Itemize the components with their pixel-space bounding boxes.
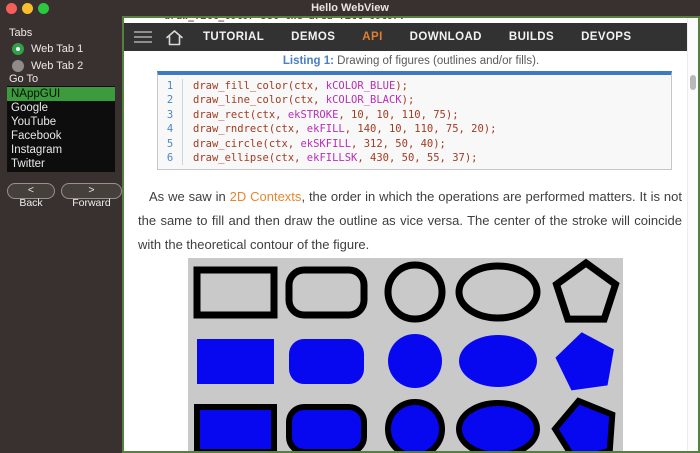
listing-caption: Listing 1: Drawing of figures (outlines … <box>124 55 698 67</box>
figure-shape-pentagon-fillstroke <box>550 394 621 451</box>
figure-shape-ellipse-fill <box>459 335 537 387</box>
figure-shape-rect-stroke <box>197 270 274 315</box>
figure-shape-ellipse-stroke <box>459 266 537 318</box>
figure-image <box>188 258 623 451</box>
code-text: draw_circle(ctx, ekSKFILL, 312, 50, 40); <box>193 137 446 151</box>
figure-shape-circle-stroke <box>388 265 442 319</box>
figure-shape-pentagon-stroke <box>557 263 616 319</box>
line-number: 1 <box>158 79 183 93</box>
body-paragraph: As we saw in 2D Contexts, the order in w… <box>138 185 682 257</box>
figure-shape-ellipse-fillstroke <box>459 403 537 451</box>
figure-shape-rounded-rect-fillstroke <box>289 407 364 451</box>
site-navbar: TUTORIAL DEMOS API DOWNLOAD BUILDS DEVOPS <box>124 23 688 51</box>
code-text: draw_ellipse(ctx, ekFILLSK, 430, 50, 55,… <box>193 151 477 165</box>
goto-label: Go To <box>9 73 38 85</box>
figure-shape-rect-fillstroke <box>197 407 274 451</box>
figure-shape-rounded-rect-stroke <box>289 270 364 315</box>
sidebar: Tabs Web Tab 1 Web Tab 2 Go To NAppGUIGoo… <box>0 17 122 453</box>
line-number: 4 <box>158 122 183 136</box>
nav-buttons: < Back > Forward <box>7 183 122 199</box>
radio-web-tab-1[interactable]: Web Tab 1 <box>12 40 83 57</box>
code-line: 4 draw_rndrect(ctx, ekFILL, 140, 10, 110,… <box>158 122 671 136</box>
site-item-google[interactable]: Google <box>7 101 115 115</box>
nav-item-api[interactable]: API <box>362 31 382 43</box>
figure-shape-circle-fillstroke <box>388 402 442 451</box>
radio-web-tab-2[interactable]: Web Tab 2 <box>12 57 83 74</box>
code-text: draw_rect(ctx, ekSTROKE, 10, 10, 110, 75… <box>193 108 459 122</box>
home-icon[interactable] <box>165 29 184 46</box>
site-listbox[interactable]: NAppGUIGoogleYouTubeFacebookInstagramTwi… <box>7 86 115 172</box>
site-item-youtube[interactable]: YouTube <box>7 115 115 129</box>
line-number: 6 <box>158 151 183 165</box>
2d-contexts-link[interactable]: 2D Contexts <box>230 189 302 204</box>
figure-shape-rect-fill <box>197 339 274 384</box>
webview-frame: • draw_fill_color set the area fill colo… <box>122 16 700 453</box>
code-text: draw_fill_color(ctx, kCOLOR_BLUE); <box>193 79 408 93</box>
radio-icon <box>12 60 24 72</box>
radio-icon <box>12 43 24 55</box>
figure-shape-rounded-rect-fill <box>289 339 364 384</box>
site-item-instagram[interactable]: Instagram <box>7 143 115 157</box>
figure-shape-pentagon-fill <box>552 329 618 393</box>
code-text: draw_line_color(ctx, kCOLOR_BLACK); <box>193 93 414 107</box>
site-item-nappgui[interactable]: NAppGUI <box>7 87 115 101</box>
titlebar: Hello WebView <box>0 0 700 17</box>
radio-label: Web Tab 1 <box>31 43 83 55</box>
nav-item-demos[interactable]: DEMOS <box>291 31 335 43</box>
code-text: draw_rndrect(ctx, ekFILL, 140, 10, 110, … <box>193 122 496 136</box>
nav-item-tutorial[interactable]: TUTORIAL <box>203 31 264 43</box>
listing-label: Listing 1: <box>283 55 334 67</box>
site-item-twitter[interactable]: Twitter <box>7 157 115 171</box>
listing-text: Drawing of figures (outlines and/or fill… <box>334 55 539 67</box>
code-line: 1 draw_fill_color(ctx, kCOLOR_BLUE); <box>158 79 671 93</box>
forward-button[interactable]: > Forward <box>61 183 122 199</box>
scrollbar-thumb[interactable] <box>690 75 696 90</box>
nav-item-devops[interactable]: DEVOPS <box>581 31 631 43</box>
line-number: 2 <box>158 93 183 107</box>
tabs-label: Tabs <box>9 27 32 39</box>
menu-icon[interactable] <box>134 31 152 43</box>
line-number: 5 <box>158 137 183 151</box>
code-line: 2 draw_line_color(ctx, kCOLOR_BLACK); <box>158 93 671 107</box>
window-title: Hello WebView <box>0 2 700 14</box>
code-listing: 1 draw_fill_color(ctx, kCOLOR_BLUE); 2 draw… <box>157 71 672 170</box>
back-button[interactable]: < Back <box>7 183 55 199</box>
code-line: 6 draw_ellipse(ctx, ekFILLSK, 430, 50, 55… <box>158 151 671 165</box>
nav-item-builds[interactable]: BUILDS <box>509 31 554 43</box>
tab-radio-group: Web Tab 1 Web Tab 2 <box>12 40 83 74</box>
site-item-facebook[interactable]: Facebook <box>7 129 115 143</box>
nav-menu: TUTORIAL DEMOS API DOWNLOAD BUILDS DEVOPS <box>203 31 631 43</box>
code-line: 3 draw_rect(ctx, ekSTROKE, 10, 10, 110, 7… <box>158 108 671 122</box>
line-number: 3 <box>158 108 183 122</box>
webview-page: • draw_fill_color set the area fill colo… <box>124 18 698 451</box>
nav-item-download[interactable]: DOWNLOAD <box>410 31 482 43</box>
radio-label: Web Tab 2 <box>31 60 83 72</box>
figure-shape-circle-fill <box>388 334 442 388</box>
scrollbar-track[interactable] <box>687 18 698 451</box>
code-line: 5 draw_circle(ctx, ekSKFILL, 312, 50, 40)… <box>158 137 671 151</box>
